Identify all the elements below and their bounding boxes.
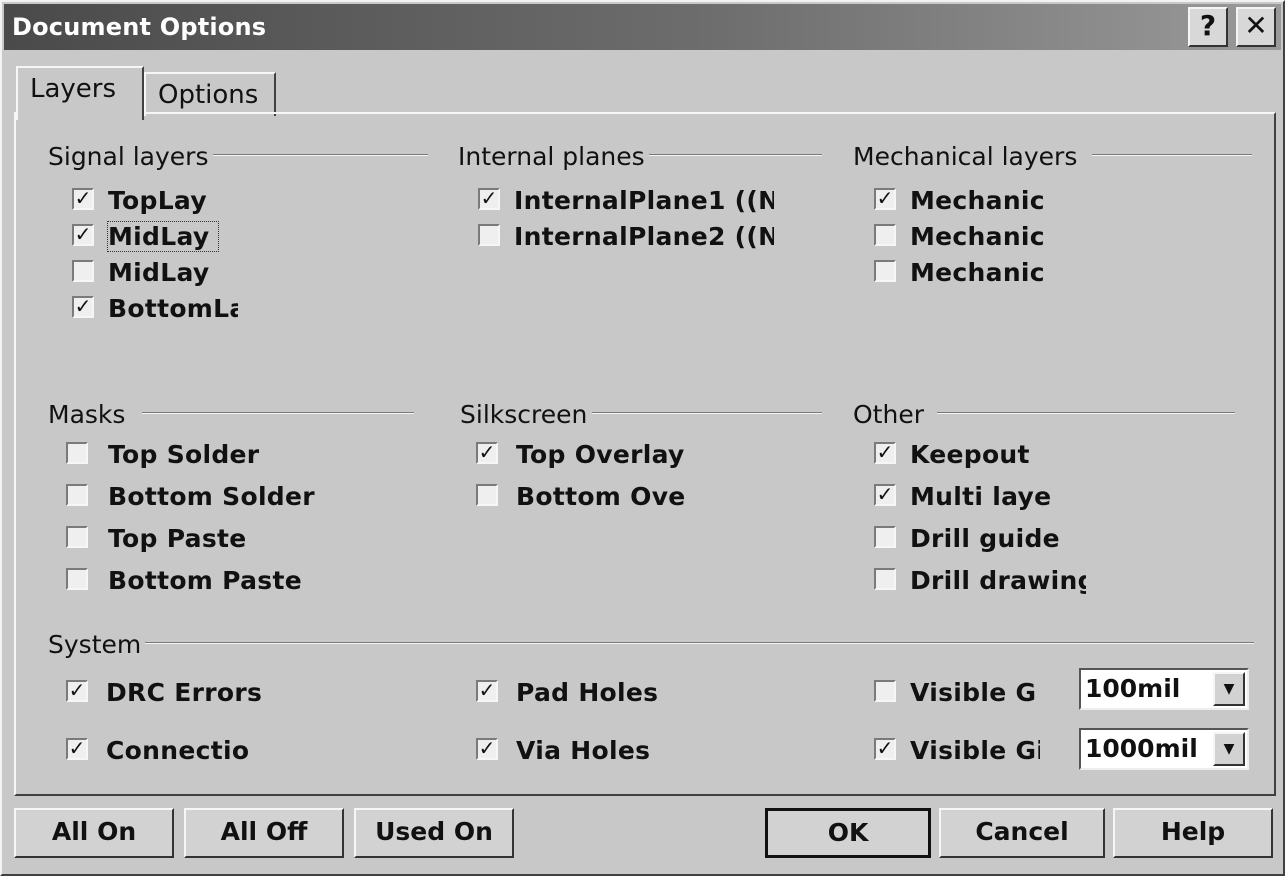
help-title-button[interactable]: ? <box>1188 7 1228 47</box>
checkbox[interactable]: ✓ <box>66 680 88 702</box>
system-divider <box>130 642 1254 644</box>
checkbox-label: Mechanic <box>910 222 1045 251</box>
checkbox[interactable]: ✓ <box>874 442 896 464</box>
checkbox-label: Mechanic <box>910 186 1045 215</box>
checkbox-label: Drill guide <box>910 524 1060 553</box>
tab-options[interactable]: Options <box>144 72 276 116</box>
checkbox[interactable]: ✓ <box>72 296 94 318</box>
checkbox-label: Bottom Over <box>516 482 684 511</box>
dialog-title: Document Options <box>12 13 267 41</box>
cancel-button[interactable]: Cancel <box>939 808 1105 858</box>
used-on-button[interactable]: Used On <box>354 808 514 858</box>
checkbox-label: Mechanic <box>910 258 1045 287</box>
checkbox-label: MidLay <box>107 221 219 252</box>
checkbox-label: Drill drawing <box>910 566 1086 595</box>
checkbox[interactable]: ✓ <box>874 738 896 760</box>
checkbox-label: Multi laye <box>910 482 1052 511</box>
checkbox-label: TopLay <box>108 186 207 215</box>
checkbox[interactable]: ✓ <box>874 188 896 210</box>
checkbox[interactable] <box>874 680 896 702</box>
mechanical-layers-heading: Mechanical layers <box>853 142 1082 171</box>
checkbox[interactable]: ✓ <box>72 224 94 246</box>
checkbox[interactable] <box>66 568 88 590</box>
checkbox-label: MidLay <box>108 258 210 287</box>
title-bar[interactable]: Document Options ? ✕ <box>4 4 1281 50</box>
checkbox[interactable] <box>72 260 94 282</box>
all-off-button[interactable]: All Off <box>184 808 344 858</box>
system-heading: System <box>48 630 146 659</box>
ok-button[interactable]: OK <box>765 808 931 858</box>
close-button[interactable]: ✕ <box>1236 7 1276 47</box>
checkbox-label: Visible Gri <box>910 678 1038 707</box>
all-on-button[interactable]: All On <box>14 808 174 858</box>
checkbox-label: BottomLa <box>108 294 238 323</box>
checkbox[interactable]: ✓ <box>72 188 94 210</box>
checkbox-label: Via Holes <box>516 736 651 765</box>
checkbox[interactable]: ✓ <box>874 484 896 506</box>
help-button[interactable]: Help <box>1113 808 1273 858</box>
checkbox-label: Top Solder <box>108 440 260 469</box>
selected-value: 1000mil <box>1085 734 1198 763</box>
silkscreen-divider <box>592 412 822 414</box>
visible-grid-1-select[interactable]: 100mil ▼ <box>1079 668 1249 710</box>
checkbox[interactable]: ✓ <box>478 188 500 210</box>
checkbox-label: Pad Holes <box>516 678 659 707</box>
checkbox[interactable]: ✓ <box>476 680 498 702</box>
checkbox[interactable]: ✓ <box>66 738 88 760</box>
checkbox[interactable]: ✓ <box>476 442 498 464</box>
checkbox[interactable] <box>478 224 500 246</box>
signal-layers-heading: Signal layers <box>48 142 213 171</box>
document-options-dialog: Document Options ? ✕ Layers Options Sign… <box>0 0 1285 876</box>
checkbox-label: Visible Gi <box>910 736 1040 765</box>
checkbox-label: InternalPlane1 ((N <box>514 186 774 215</box>
checkbox-label: DRC Errors <box>106 678 263 707</box>
checkbox[interactable] <box>874 224 896 246</box>
tab-layers[interactable]: Layers <box>16 66 144 120</box>
signal-layers-divider <box>202 154 428 156</box>
checkbox-label: InternalPlane2 ((N <box>514 222 774 251</box>
checkbox[interactable] <box>66 526 88 548</box>
internal-planes-divider <box>642 154 822 156</box>
dropdown-arrow-icon[interactable]: ▼ <box>1213 732 1245 766</box>
checkbox-label: Connectio <box>106 736 250 765</box>
checkbox[interactable] <box>874 568 896 590</box>
checkbox[interactable]: ✓ <box>476 738 498 760</box>
checkbox-label: Bottom Paste <box>108 566 302 595</box>
masks-divider <box>142 412 414 414</box>
other-divider <box>937 412 1235 414</box>
masks-heading: Masks <box>48 400 130 429</box>
silkscreen-heading: Silkscreen <box>460 400 592 429</box>
dropdown-arrow-icon[interactable]: ▼ <box>1213 672 1245 706</box>
checkbox[interactable] <box>874 526 896 548</box>
mechanical-layers-divider <box>1092 154 1252 156</box>
checkbox-label: Top Paste <box>108 524 247 553</box>
checkbox-label: Keepout <box>910 440 1030 469</box>
visible-grid-2-select[interactable]: 1000mil ▼ <box>1079 728 1249 770</box>
checkbox[interactable] <box>874 260 896 282</box>
checkbox-label: Top Overlay <box>516 440 685 469</box>
checkbox[interactable] <box>66 484 88 506</box>
checkbox[interactable] <box>66 442 88 464</box>
checkbox[interactable] <box>476 484 498 506</box>
selected-value: 100mil <box>1085 674 1181 703</box>
other-heading: Other <box>853 400 928 429</box>
internal-planes-heading: Internal planes <box>458 142 649 171</box>
checkbox-label: Bottom Solder <box>108 482 315 511</box>
